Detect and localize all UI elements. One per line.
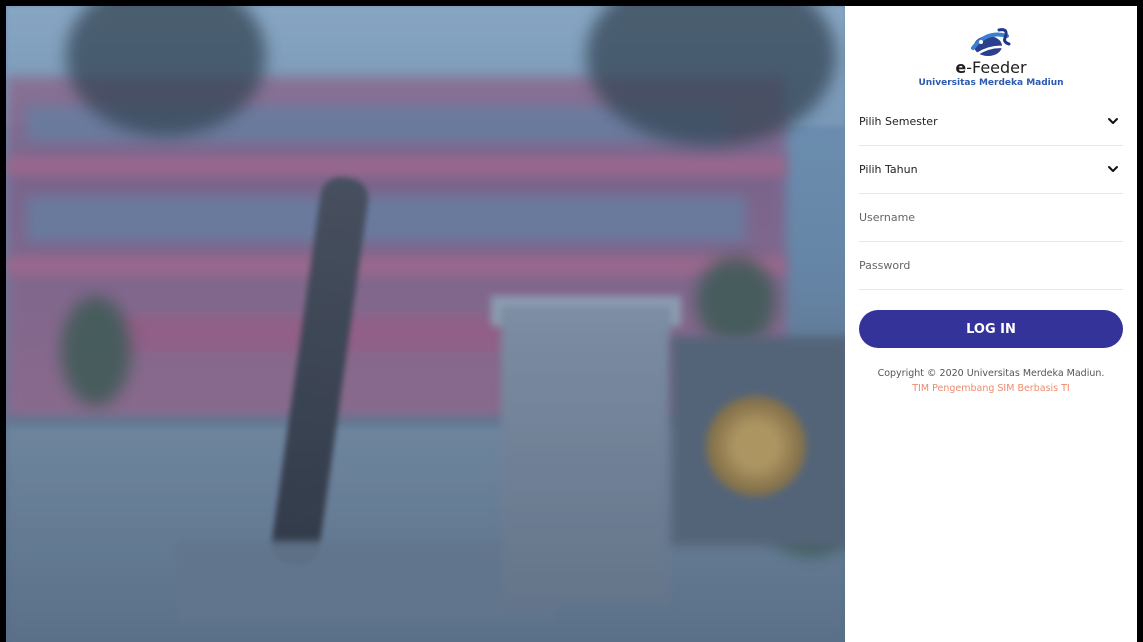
chevron-down-icon xyxy=(1108,118,1118,124)
copyright-footer: Copyright © 2020 Universitas Merdeka Mad… xyxy=(859,366,1123,396)
username-input[interactable] xyxy=(859,211,1123,224)
app-frame: e-Feeder Universitas Merdeka Madiun Pili… xyxy=(0,0,1143,642)
team-credit-link[interactable]: TIM Pengembang SIM Berbasis TI xyxy=(859,381,1123,396)
chevron-down-icon xyxy=(1108,166,1118,172)
login-button[interactable]: LOG IN xyxy=(859,310,1123,348)
login-panel: e-Feeder Universitas Merdeka Madiun Pili… xyxy=(845,6,1137,642)
semester-select-value: Pilih Semester xyxy=(859,115,938,128)
copyright-text: Copyright © 2020 Universitas Merdeka Mad… xyxy=(877,368,1105,379)
brand-header: e-Feeder Universitas Merdeka Madiun xyxy=(859,26,1123,90)
username-field xyxy=(859,194,1123,242)
brand-name: e-Feeder xyxy=(955,58,1027,77)
globe-swoosh-icon xyxy=(971,28,1011,56)
year-select[interactable]: Pilih Tahun xyxy=(859,146,1123,194)
password-input[interactable] xyxy=(859,259,1123,272)
password-field xyxy=(859,242,1123,290)
semester-select[interactable]: Pilih Semester xyxy=(859,98,1123,146)
photo-tint-overlay xyxy=(6,6,845,642)
background-photo xyxy=(6,6,845,642)
year-select-value: Pilih Tahun xyxy=(859,163,918,176)
brand-subtitle: Universitas Merdeka Madiun xyxy=(918,78,1064,88)
